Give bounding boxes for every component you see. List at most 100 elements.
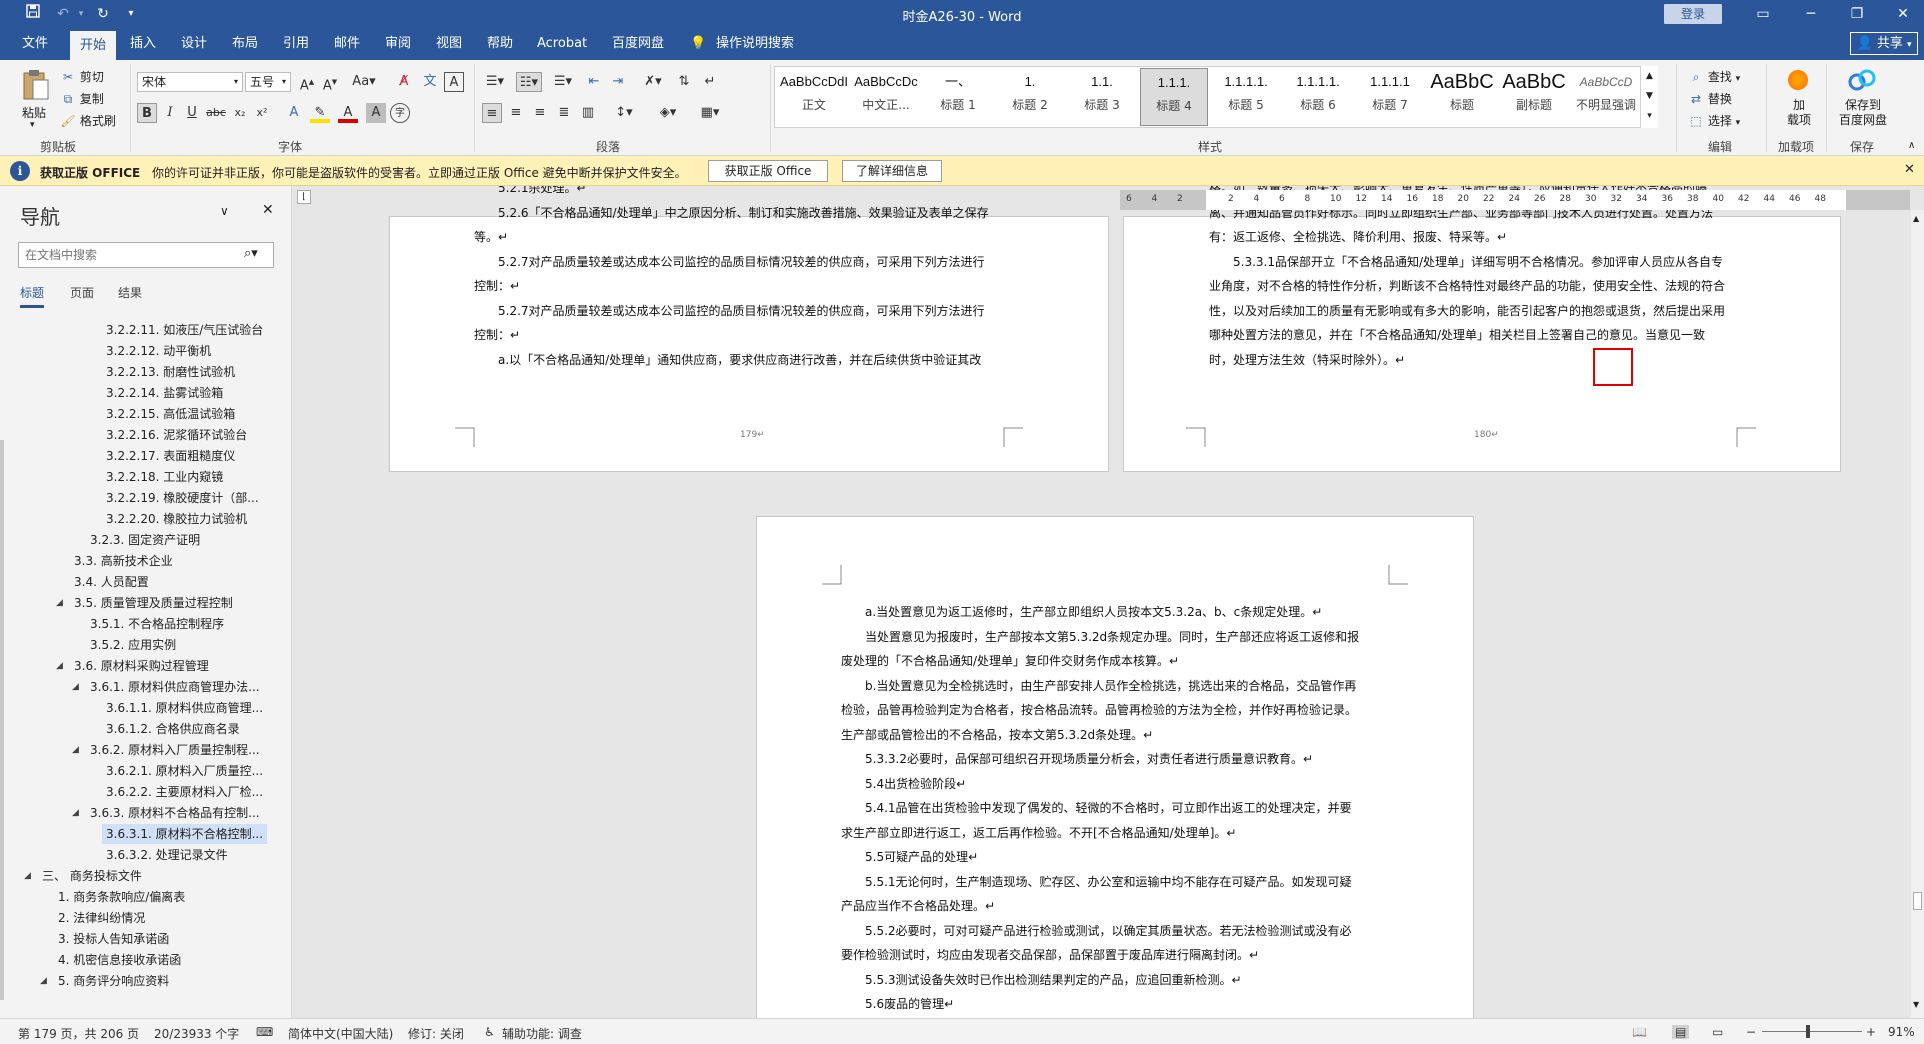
clear-formatting-icon[interactable]: A̸ [394,72,414,92]
shading-icon[interactable]: ◈▾ [654,103,682,123]
document-line[interactable]: 5.3.3.1品保部开立「不合格品通知/处理单」详细写明不合格情况。参加评审人员… [1233,254,1723,270]
borders-icon[interactable]: ▦▾ [696,103,724,123]
vertical-scrollbar[interactable]: ▲ ▼ [1911,210,1924,1018]
document-line[interactable]: 5.2.6「不合格品通知/处理单」中之原因分析、制订和实施改善措施、效果验证及表… [498,205,989,221]
bold-icon[interactable]: B [137,103,157,123]
get-genuine-button[interactable]: 获取正版 Office [708,160,828,182]
baidu-cloud-icon[interactable] [1848,68,1876,92]
tell-me-search[interactable]: 操作说明搜索 [716,35,794,57]
document-line[interactable]: 5.5.2必要时，可对可疑产品进行检验或测试，以确定其质量状态。若无法检验测试或… [865,923,1352,939]
scroll-down-icon[interactable]: ▼ [1913,1000,1919,1009]
justify-icon[interactable]: ≣ [554,103,574,123]
zoom-out-icon[interactable]: − [1746,1025,1756,1039]
document-line[interactable]: 有：返工返修、全检挑选、降价利用、报废、特采等。↵ [1209,229,1507,245]
show-marks-icon[interactable]: ↵ [700,72,720,92]
tab-review[interactable]: 审阅 [385,35,411,57]
nav-scrollbar[interactable] [0,440,4,1000]
tab-baidu[interactable]: 百度网盘 [612,35,664,57]
align-left-icon[interactable]: ≡ [482,103,502,123]
font-size-combo[interactable]: 五号 ▾ [245,72,291,92]
scroll-up-icon[interactable]: ▲ [1913,214,1919,223]
style-8[interactable]: 1.1.1.1 标题 7 [1356,68,1424,126]
nav-heading-item[interactable]: 3.2.2.11. 如液压/气压试验台 [102,320,267,340]
tab-mailings[interactable]: 邮件 [334,35,360,57]
document-line[interactable]: 5.5.1无论何时，生产制造现场、贮存区、办公室和运输中均不能存在可疑产品。如发… [865,874,1352,890]
nav-heading-item[interactable]: 3.6.2.2. 主要原材料入厂检... [102,782,267,802]
nav-heading-item[interactable]: 3.2.2.20. 橡胶拉力试验机 [102,509,251,529]
nav-heading-item[interactable]: 3.5.2. 应用实例 [86,635,180,655]
document-line[interactable]: 控制：↵ [474,327,520,343]
nav-heading-item[interactable]: 3.6.3.2. 处理记录文件 [102,845,232,865]
collapse-ribbon-icon[interactable]: ∧ [1908,140,1915,151]
track-changes[interactable]: 修订: 关闭 [408,1025,464,1042]
nav-heading-item[interactable]: 3.6.1. 原材料供应商管理办法... [86,677,264,697]
web-layout-icon[interactable]: ▭ [1712,1025,1723,1039]
paste-icon[interactable] [20,68,52,104]
word-count[interactable]: 20/23933 个字 [154,1025,239,1042]
close-window-icon[interactable]: ✕ [1892,4,1914,24]
document-line[interactable]: 5.4出货检验阶段↵ [865,776,966,792]
grow-font-icon[interactable]: A▲ [297,72,317,93]
font-color-icon[interactable]: A [338,103,358,123]
tab-design[interactable]: 设计 [181,35,207,57]
collapse-triangle-icon[interactable]: ◢ [40,976,47,986]
superscript-icon[interactable]: x² [252,103,272,123]
accessibility-icon[interactable]: ♿ [484,1025,495,1039]
character-border-icon[interactable]: A [444,72,464,92]
zoom-slider-thumb[interactable] [1806,1025,1810,1038]
nav-heading-item[interactable]: 3.2.2.13. 耐磨性试验机 [102,362,239,382]
document-line[interactable]: 生产部或品管检出的不合格品，按本文第5.3.2d条处理。↵ [841,727,1153,743]
tab-results[interactable]: 结果 [118,284,142,301]
collapse-triangle-icon[interactable]: ◢ [24,871,31,881]
chinese-layout-icon[interactable]: ✗▾ [640,72,666,92]
search-icon[interactable]: ⌕▾ [244,246,258,261]
nav-heading-item[interactable]: 3.6.1.1. 原材料供应商管理... [102,698,267,718]
style-6[interactable]: 1.1.1.1. 标题 5 [1212,68,1280,126]
italic-icon[interactable]: I [160,103,180,123]
document-line[interactable]: b.当处置意见为全检挑选时，由生产部安排人员作全检挑选，挑选出来的合格品，交品管… [865,678,1356,694]
decrease-indent-icon[interactable]: ⇤ [584,72,604,92]
increase-indent-icon[interactable]: ⇥ [608,72,628,92]
document-line[interactable]: 5.5.3测试设备失效时已作出检测结果判定的产品，应追回重新检测。↵ [865,972,1242,988]
nav-options-icon[interactable]: ∨ [220,204,229,218]
addin-icon[interactable] [1788,70,1808,90]
document-line[interactable]: 5.2.7对产品质量较差或达成本公司监控的品质目标情况较差的供应商，可采用下列方… [498,254,985,270]
numbering-icon[interactable]: ☷▾ [516,72,542,92]
collapse-triangle-icon[interactable]: ◢ [56,598,63,608]
style-5[interactable]: 1.1.1. 标题 4 [1140,68,1208,126]
document-line[interactable]: 要作检验测试时，均应由发现者交品保部，品保部置于废品库进行隔离封闭。↵ [841,947,1259,963]
cut-button[interactable]: ✂ 剪切 [60,68,104,85]
minimize-icon[interactable]: ─ [1800,4,1822,24]
document-line[interactable]: 控制：↵ [474,278,520,294]
tab-help[interactable]: 帮助 [487,35,513,57]
nav-heading-item[interactable]: 3.6.1.2. 合格供应商名录 [102,719,244,739]
align-right-icon[interactable]: ≡ [530,103,550,123]
nav-heading-item[interactable]: 4. 机密信息接收承诺函 [54,950,185,970]
nav-heading-item[interactable]: 3.6.2.1. 原材料入厂质量控... [102,761,267,781]
subscript-icon[interactable]: x₂ [230,103,250,123]
nav-heading-item[interactable]: 3.6.3.1. 原材料不合格控制... [102,824,268,844]
distributed-icon[interactable]: ▥ [578,103,598,123]
document-line[interactable]: 5.5可疑产品的处理↵ [865,849,978,865]
nav-heading-item[interactable]: 3.2.2.17. 表面粗糙度仪 [102,446,239,466]
style-11[interactable]: AaBbCcD 不明显强调 [1572,68,1640,126]
document-line[interactable]: 5.2.1杀处理。↵ [498,186,587,196]
document-line[interactable]: a.当处置意见为返工返修时，生产部立即组织人员按本文5.3.2a、b、c条规定处… [865,604,1322,620]
document-line[interactable]: a.以「不合格品通知/处理单」通知供应商，要求供应商进行改善，并在后续供货中验证… [498,352,981,368]
style-4[interactable]: 1.1. 标题 3 [1068,68,1136,126]
addins-button[interactable]: 加 载项 [1784,98,1814,128]
document-line[interactable]: 哪种处置方法的意见，并在「不合格品通知/处理单」相关栏目上签署自己的意见。当意见… [1209,327,1705,343]
document-line[interactable]: 时，处理方法生效（特采时除外）。↵ [1209,352,1405,368]
learn-more-button[interactable]: 了解详细信息 [842,160,942,182]
collapse-triangle-icon[interactable]: ◢ [72,745,79,755]
document-line[interactable]: 当处置意见为报废时，生产部按本文第5.3.2d条规定办理。同时，生产部还应将返工… [865,629,1359,645]
document-line[interactable]: 5.3.3.2必要时，品保部可组织召开现场质量分析会，对责任者进行质量意识教育。… [865,751,1313,767]
document-line[interactable]: 检验，品管再检验判定为合格者，按合格品流转。品管再检验的方法为全检，并作好再检验… [841,702,1357,718]
shrink-font-icon[interactable]: A▼ [320,72,340,93]
collapse-triangle-icon[interactable]: ◢ [72,808,79,818]
collapse-triangle-icon[interactable]: ◢ [56,661,63,671]
font-name-combo[interactable]: 宋体 ▾ [137,72,243,92]
replace-button[interactable]: ⇄ 替换 [1688,90,1732,107]
nav-heading-item[interactable]: 3. 投标人告知承诺函 [54,929,173,949]
page-count[interactable]: 第 179 页，共 206 页 [18,1025,139,1042]
